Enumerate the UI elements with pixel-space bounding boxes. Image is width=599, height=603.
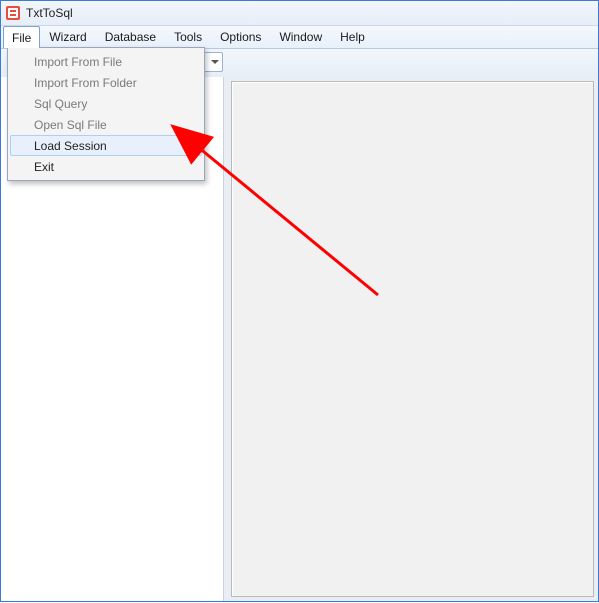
title-bar: TxtToSql xyxy=(1,1,598,26)
menu-window-label: Window xyxy=(279,30,322,44)
right-pane-outer xyxy=(229,77,598,601)
menu-help[interactable]: Help xyxy=(331,26,374,48)
submenu-arrow-icon xyxy=(190,142,195,150)
file-menu-dropdown: Import From File Import From Folder Sql … xyxy=(7,47,205,181)
file-menu-open-sql-file[interactable]: Open Sql File xyxy=(10,114,202,135)
right-pane xyxy=(231,81,594,597)
chevron-down-icon xyxy=(211,60,219,64)
file-menu-load-session[interactable]: Load Session xyxy=(10,135,202,156)
menu-file-label: File xyxy=(12,31,31,45)
file-menu-sql-query-label: Sql Query xyxy=(34,97,87,111)
menu-tools-label: Tools xyxy=(174,30,202,44)
menu-tools[interactable]: Tools xyxy=(165,26,211,48)
app-icon xyxy=(5,5,21,21)
menu-window[interactable]: Window xyxy=(270,26,331,48)
file-menu-import-file-label: Import From File xyxy=(34,55,122,69)
menu-help-label: Help xyxy=(340,30,365,44)
menu-wizard[interactable]: Wizard xyxy=(40,26,95,48)
menu-options[interactable]: Options xyxy=(211,26,270,48)
file-menu-import-folder-label: Import From Folder xyxy=(34,76,137,90)
file-menu-sql-query[interactable]: Sql Query xyxy=(10,93,202,114)
menu-database-label: Database xyxy=(105,30,156,44)
menu-wizard-label: Wizard xyxy=(49,30,86,44)
file-menu-import-folder[interactable]: Import From Folder xyxy=(10,72,202,93)
menu-options-label: Options xyxy=(220,30,261,44)
menu-file[interactable]: File xyxy=(3,26,40,48)
file-menu-load-session-label: Load Session xyxy=(34,139,107,153)
file-menu-exit[interactable]: Exit xyxy=(10,156,202,177)
file-menu-exit-label: Exit xyxy=(34,160,54,174)
file-menu-import-file[interactable]: Import From File xyxy=(10,51,202,72)
window-title: TxtToSql xyxy=(26,6,73,20)
menu-bar: File Wizard Database Tools Options Windo… xyxy=(1,26,598,49)
file-menu-open-sql-file-label: Open Sql File xyxy=(34,118,107,132)
menu-database[interactable]: Database xyxy=(96,26,165,48)
